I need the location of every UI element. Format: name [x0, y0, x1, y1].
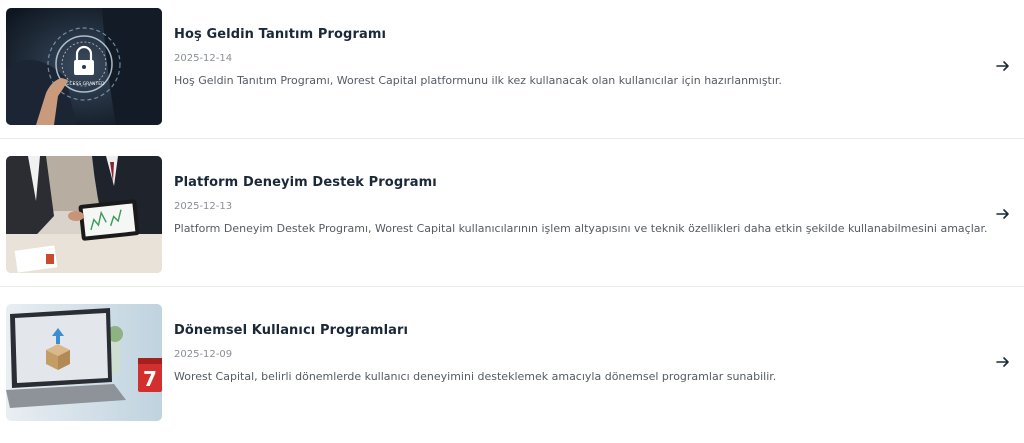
program-date: 2025-12-14 — [174, 53, 233, 64]
divider — [0, 286, 1024, 287]
arrow-right-icon[interactable] — [995, 206, 1011, 222]
program-text: Platform Deneyim Destek Programı 2025-12… — [174, 174, 988, 236]
tablet-chart-icon — [78, 199, 140, 241]
arrow-right-icon[interactable] — [995, 58, 1011, 74]
program-description: Platform Deneyim Destek Programı, Worest… — [174, 222, 988, 235]
program-title[interactable]: Hoş Geldin Tanıtım Programı — [174, 26, 964, 44]
program-description: Worest Capital, belirli dönemlerde kulla… — [174, 370, 777, 383]
program-date: 2025-12-13 — [174, 201, 233, 212]
laptop-box-icon — [6, 308, 126, 408]
calendar-number: 7 — [143, 367, 157, 391]
program-list: ACCESS GRANTED Hoş Geldin Tanıtım Progra… — [0, 0, 1024, 430]
program-thumbnail — [6, 156, 162, 273]
program-thumbnail: ACCESS GRANTED — [6, 8, 162, 125]
program-card[interactable]: 7 Dönemsel Kullanıcı Programları 2025-12… — [0, 296, 1024, 443]
arrow-right-icon[interactable] — [995, 354, 1011, 370]
program-text: Dönemsel Kullanıcı Programları 2025-12-0… — [174, 322, 964, 384]
program-thumbnail: 7 — [6, 304, 162, 421]
divider — [0, 138, 1024, 139]
program-title[interactable]: Dönemsel Kullanıcı Programları — [174, 322, 964, 340]
program-date: 2025-12-09 — [174, 349, 233, 360]
program-card[interactable]: Platform Deneyim Destek Programı 2025-12… — [0, 148, 1024, 295]
program-text: Hoş Geldin Tanıtım Programı 2025-12-14 H… — [174, 26, 964, 88]
program-card[interactable]: ACCESS GRANTED Hoş Geldin Tanıtım Progra… — [0, 0, 1024, 147]
program-description: Hoş Geldin Tanıtım Programı, Worest Capi… — [174, 74, 782, 87]
access-granted-label: ACCESS GRANTED — [63, 81, 105, 87]
program-title[interactable]: Platform Deneyim Destek Programı — [174, 174, 964, 192]
